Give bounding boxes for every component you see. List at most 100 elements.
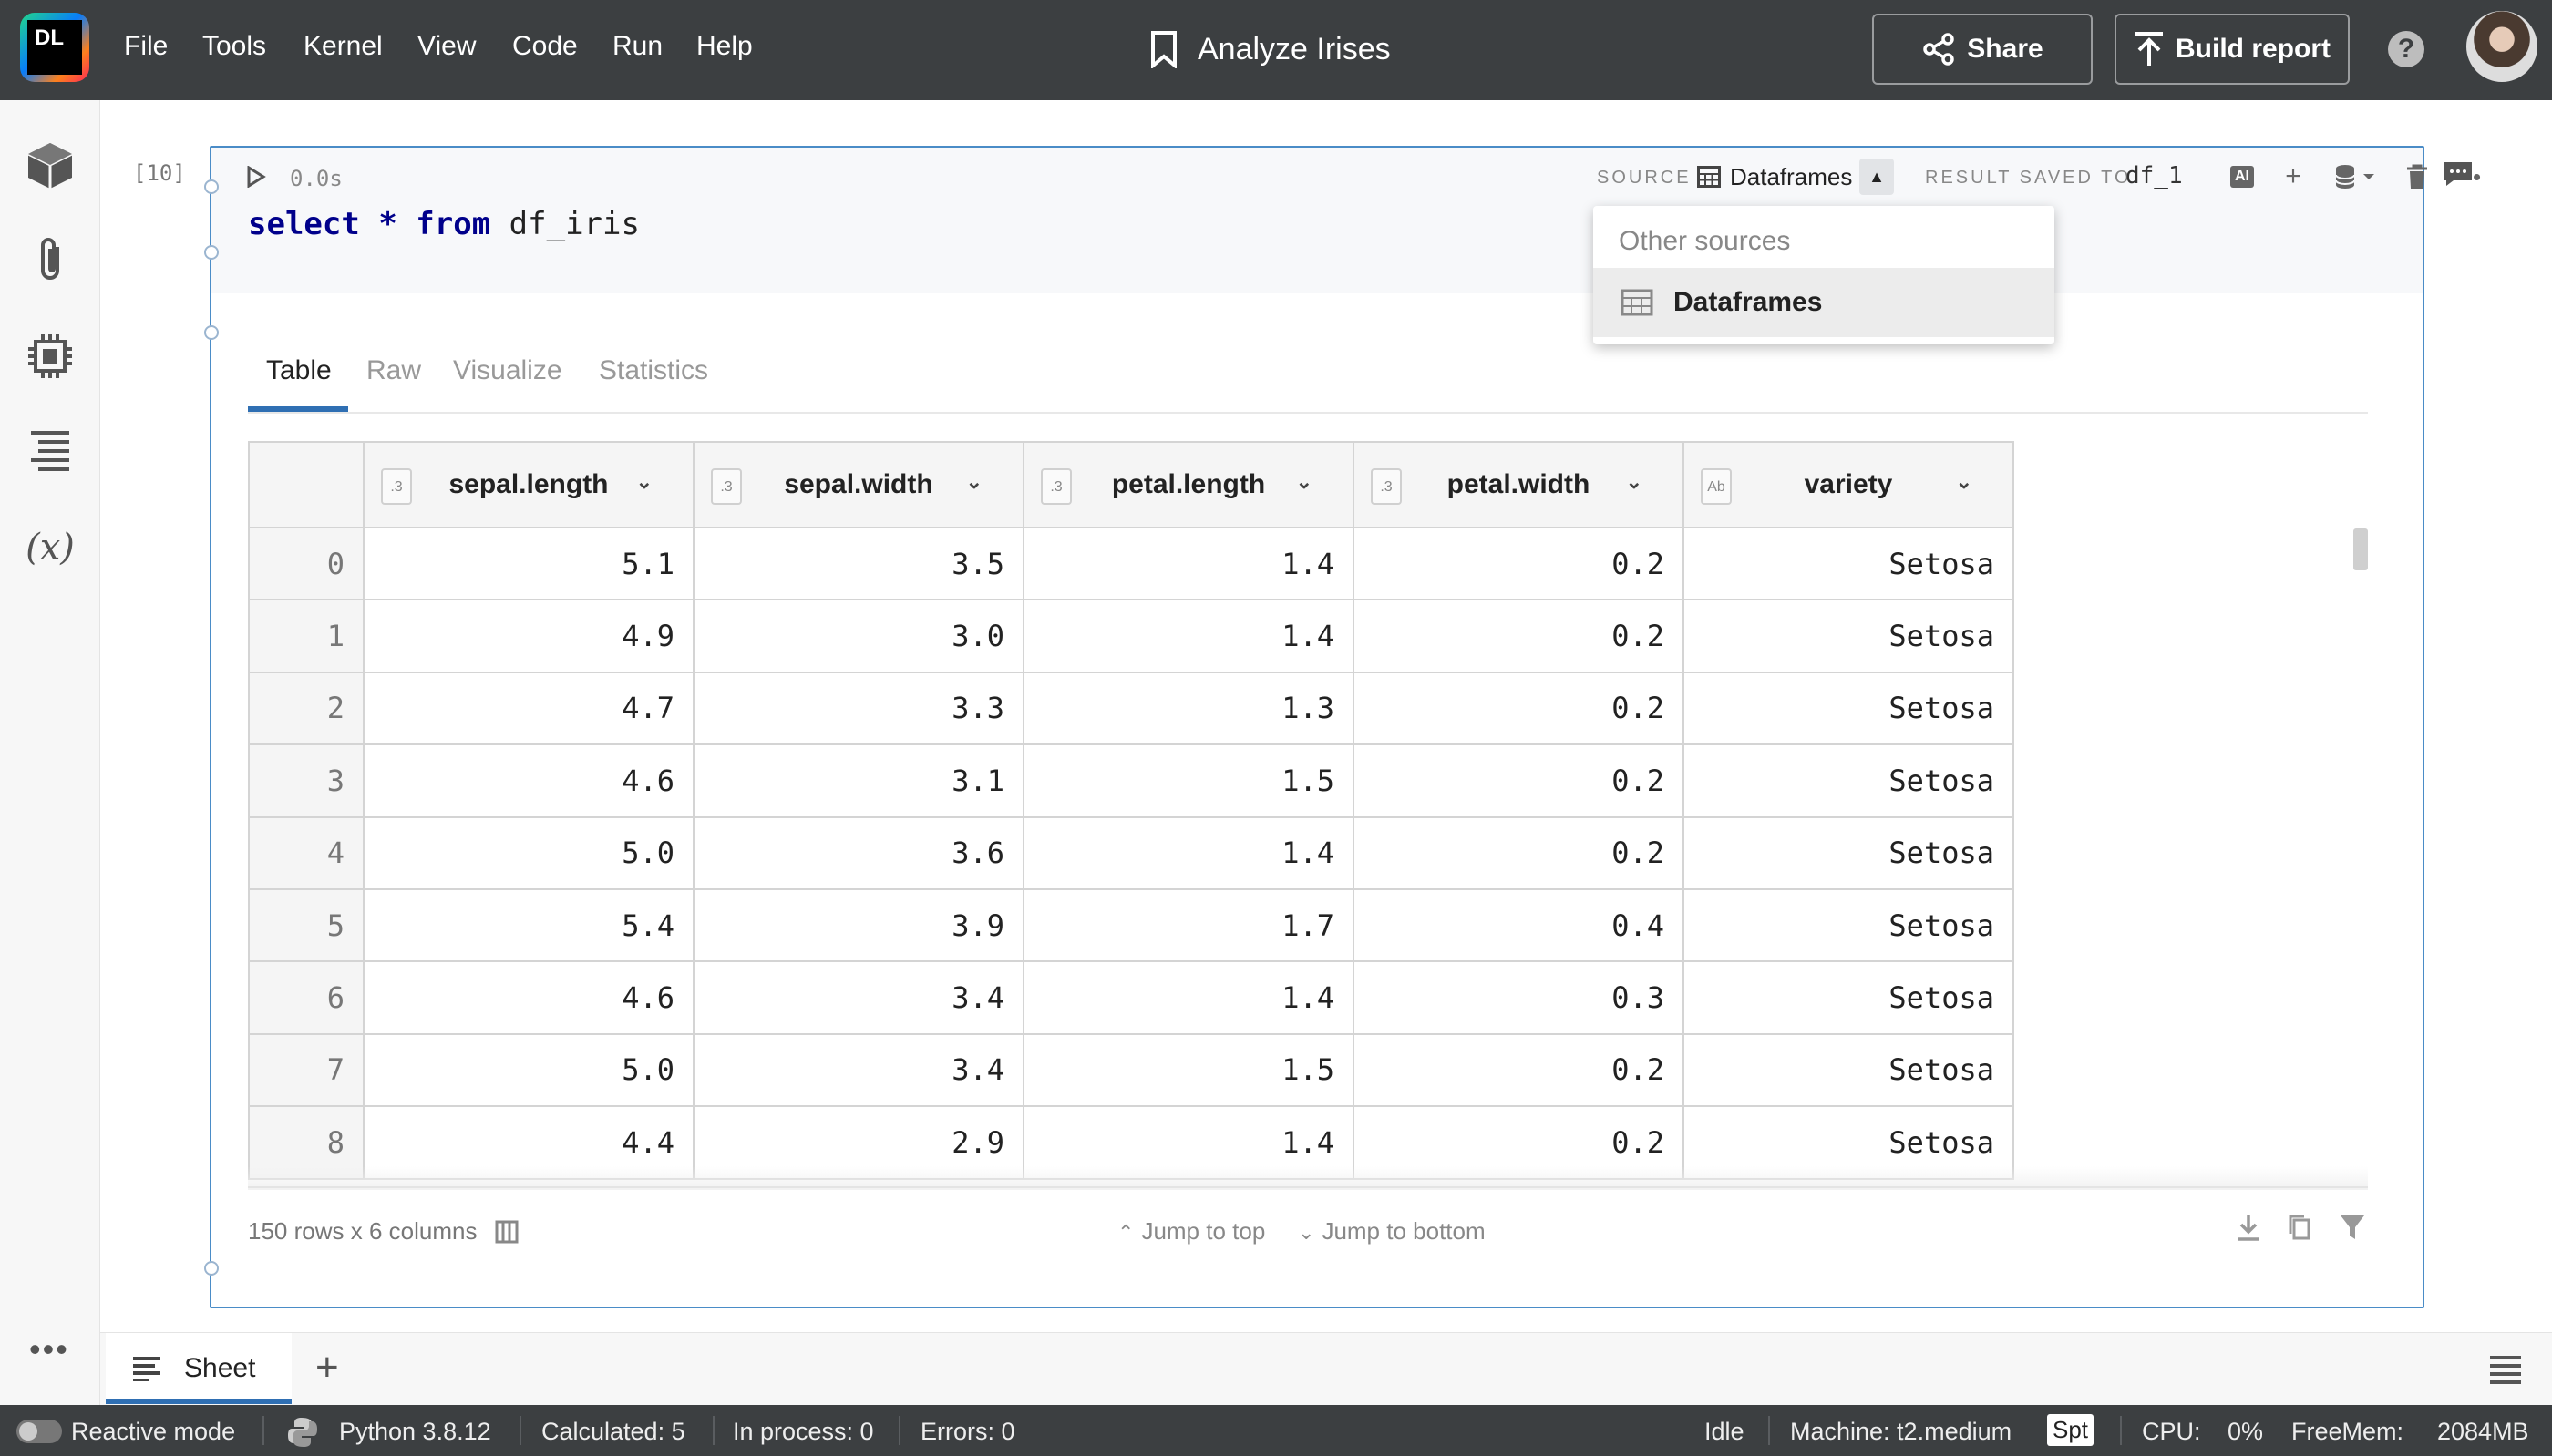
chevron-down-icon[interactable]: ⌄ [966,470,983,494]
table-cell[interactable]: 3.4 [693,960,1024,1035]
more-dots-icon[interactable]: ••• [29,1330,69,1369]
menu-file[interactable]: File [124,31,168,62]
variables-icon[interactable]: (x) [22,519,78,576]
datalore-logo[interactable]: DL [20,13,89,82]
cell-code-area[interactable]: 0.0s select * from df_iris SOURCE Datafr… [211,148,2481,293]
chevron-up-icon[interactable]: ▲ [1859,159,1894,195]
table-row[interactable]: 3 4.6 3.1 1.5 0.2 Setosa [248,743,2014,818]
table-cell[interactable]: 1.3 [1023,671,1354,746]
run-cell-icon[interactable] [246,166,266,188]
table-cell[interactable]: 3.5 [693,526,1024,601]
delete-icon[interactable] [2399,159,2435,195]
sheet-tab[interactable]: Sheet [106,1333,292,1404]
column-header[interactable]: .3 sepal.length ⌄ [363,441,695,528]
tab-table[interactable]: Table [266,355,332,386]
table-row[interactable]: 5 5.4 3.9 1.7 0.4 Setosa [248,887,2014,963]
tab-statistics[interactable]: Statistics [599,355,708,386]
table-cell[interactable]: 3.3 [693,671,1024,746]
source-selector[interactable]: Dataframes [1697,160,1852,193]
download-icon[interactable] [2235,1212,2262,1243]
chevron-down-icon[interactable]: ⌄ [1296,470,1312,494]
table-cell[interactable]: 0.3 [1353,960,1684,1035]
jump-to-bottom-link[interactable]: ⌄ Jump to bottom [1298,1217,1486,1246]
table-cell[interactable]: 3.0 [693,599,1024,673]
table-cell[interactable]: 3.4 [693,1032,1024,1108]
jump-to-top-link[interactable]: ⌃ Jump to top [1117,1217,1265,1246]
cpu-icon[interactable] [22,328,78,385]
table-cell[interactable]: 5.0 [363,815,695,890]
notebook-title[interactable]: Analyze Irises [1150,26,1391,73]
reactive-mode-toggle[interactable] [16,1420,62,1443]
collapse-marker-bottom[interactable] [204,1261,219,1276]
filter-icon[interactable] [2339,1212,2366,1243]
table-cell[interactable]: Setosa [1682,887,2014,963]
ai-assistant-icon[interactable]: AI [2224,159,2260,195]
help-icon[interactable]: ? [2388,31,2424,67]
menu-code[interactable]: Code [512,31,578,62]
column-header[interactable]: Ab variety ⌄ [1682,441,2014,528]
tab-visualize[interactable]: Visualize [453,355,562,386]
column-header[interactable]: .3 sepal.width ⌄ [693,441,1024,528]
table-cell[interactable]: 0.2 [1353,1032,1684,1108]
table-cell[interactable]: 1.7 [1023,887,1354,963]
user-avatar[interactable] [2466,11,2537,82]
table-cell[interactable]: 0.2 [1353,743,1684,818]
result-variable[interactable]: df_1 [2125,162,2183,190]
table-cell[interactable]: Setosa [1682,1032,2014,1108]
table-row[interactable]: 7 5.0 3.4 1.5 0.2 Setosa [248,1032,2014,1108]
chevron-down-icon[interactable]: ⌄ [1956,470,1972,494]
collapse-marker-output[interactable] [204,325,219,340]
table-cell[interactable]: Setosa [1682,815,2014,890]
menu-help[interactable]: Help [696,31,753,62]
tab-raw[interactable]: Raw [366,355,421,386]
table-cell[interactable]: 3.6 [693,815,1024,890]
copy-icon[interactable] [2286,1212,2313,1243]
package-icon[interactable] [22,137,78,193]
columns-icon[interactable] [495,1220,519,1244]
table-cell[interactable]: 1.4 [1023,599,1354,673]
outline-icon[interactable] [22,425,78,481]
table-row[interactable]: 0 5.1 3.5 1.4 0.2 Setosa [248,526,2014,601]
add-sheet-icon[interactable]: + [315,1348,339,1388]
collapse-marker-top[interactable] [204,179,219,194]
table-cell[interactable]: 5.1 [363,526,695,601]
database-dropdown-icon[interactable] [2330,159,2384,195]
table-cell[interactable]: 4.6 [363,743,695,818]
build-report-button[interactable]: Build report [2115,14,2350,85]
table-cell[interactable]: 0.2 [1353,671,1684,746]
table-cell[interactable]: 4.7 [363,671,695,746]
table-cell[interactable]: 3.9 [693,887,1024,963]
grid-scrollbar[interactable] [2353,528,2368,570]
table-cell[interactable]: 4.9 [363,599,695,673]
table-cell[interactable]: 3.1 [693,743,1024,818]
table-cell[interactable]: 0.2 [1353,599,1684,673]
table-row[interactable]: 1 4.9 3.0 1.4 0.2 Setosa [248,599,2014,673]
sheets-list-icon[interactable] [2488,1355,2523,1384]
comment-icon[interactable] [2443,160,2474,188]
table-row[interactable]: 6 4.6 3.4 1.4 0.3 Setosa [248,960,2014,1035]
chevron-down-icon[interactable]: ⌄ [1626,470,1642,494]
add-cell-icon[interactable]: + [2275,159,2311,195]
table-row[interactable]: 4 5.0 3.6 1.4 0.2 Setosa [248,815,2014,890]
column-header[interactable]: .3 petal.length ⌄ [1023,441,1354,528]
table-cell[interactable]: 1.5 [1023,743,1354,818]
table-cell[interactable]: Setosa [1682,526,2014,601]
menu-tools[interactable]: Tools [202,31,266,62]
table-cell[interactable]: Setosa [1682,671,2014,746]
python-version[interactable]: Python 3.8.12 [339,1418,491,1446]
table-cell[interactable]: 0.4 [1353,887,1684,963]
sql-code[interactable]: select * from df_iris [248,206,640,242]
table-row[interactable]: 2 4.7 3.3 1.3 0.2 Setosa [248,671,2014,746]
table-cell[interactable]: Setosa [1682,960,2014,1035]
table-cell[interactable]: 5.0 [363,1032,695,1108]
table-cell[interactable]: 1.4 [1023,960,1354,1035]
table-cell[interactable]: 5.4 [363,887,695,963]
table-cell[interactable]: Setosa [1682,599,2014,673]
data-grid[interactable]: .3 sepal.length ⌄ .3 sepal.width ⌄ .3 petal.l… [248,441,2368,1188]
table-cell[interactable]: 0.2 [1353,815,1684,890]
collapse-marker-code[interactable] [204,245,219,260]
chevron-down-icon[interactable]: ⌄ [636,470,653,494]
menu-run[interactable]: Run [612,31,663,62]
table-cell[interactable]: 1.5 [1023,1032,1354,1108]
menu-kernel[interactable]: Kernel [304,31,383,62]
